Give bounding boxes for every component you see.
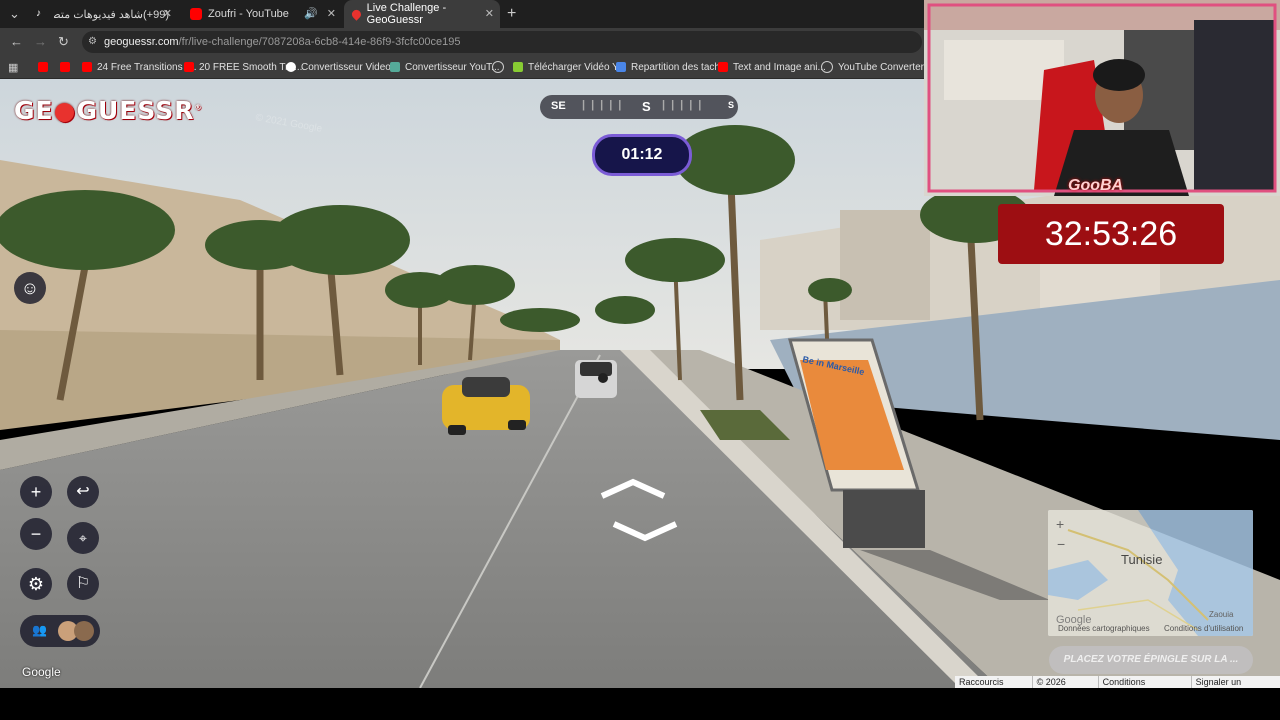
bookmark-item[interactable]: Convertisseur YouT... <box>390 59 500 75</box>
bookmark-item[interactable]: Convertisseur Video... <box>286 59 399 75</box>
site-info-icon[interactable]: ⚙ <box>88 31 97 53</box>
reload-icon[interactable]: ↻ <box>58 34 69 50</box>
tab-title: Zoufri - YouTube <box>208 8 289 20</box>
url-input[interactable]: ⚙ geoguessr.com/fr/live-challenge/708720… <box>82 31 922 53</box>
minimap-city-label: Zaouia <box>1209 610 1234 619</box>
audio-icon[interactable]: 🔊 <box>304 7 318 20</box>
zoom-out-button[interactable]: − <box>20 518 52 550</box>
terms-link[interactable]: Conditions d'utilisation <box>1099 676 1192 699</box>
minimap-terms-link[interactable]: Conditions d'utilisation <box>1164 624 1243 633</box>
players-icon: 👥 <box>32 623 47 637</box>
copyright-text: © 2026 Google <box>1033 676 1099 699</box>
google-logo: Google <box>22 665 61 679</box>
geoguessr-logo[interactable]: GE●GUESSR® <box>14 96 202 125</box>
map-footer-links: Raccourcis clavier © 2026 Google Conditi… <box>955 676 1280 699</box>
emoji-reaction-button[interactable]: ☺ <box>14 272 46 304</box>
minimap-zoom-in-icon[interactable]: + <box>1056 516 1064 532</box>
compass-right: S <box>728 100 735 110</box>
place-pin-button[interactable]: PLACEZ VOTRE ÉPINGLE SUR LA ... <box>1049 646 1253 674</box>
geoguessr-pin-icon <box>350 7 363 21</box>
avatar <box>74 621 94 641</box>
tab-geoguessr[interactable]: Live Challenge - GeoGuessr ✕ <box>344 0 500 28</box>
close-icon[interactable]: ✕ <box>485 7 494 20</box>
webcam-overlay: GooBA <box>924 0 1280 196</box>
guess-minimap[interactable]: + − Tunisie Zaouia Google Données cartog… <box>1048 510 1253 636</box>
players-panel[interactable]: 👥 <box>20 615 100 647</box>
compass-left: SE <box>551 100 566 112</box>
bookmark-youtube-1[interactable] <box>38 59 53 75</box>
settings-button[interactable]: ⚙ <box>20 568 52 600</box>
youtube-icon <box>184 62 194 72</box>
bookmark-item[interactable]: Repartition des tach... <box>616 59 728 75</box>
round-timer: 01:12 <box>592 134 692 176</box>
taxi-car <box>442 377 530 435</box>
tiktok-icon: ♪ <box>36 8 41 19</box>
bookmark-item[interactable]: Text and Image ani... <box>718 59 826 75</box>
bottom-letterbox <box>0 688 1280 720</box>
tab-youtube-arabic[interactable]: ♪ (99+)شاهد فيديوهات متصدرة | k ✕ <box>28 0 178 28</box>
zoom-in-button[interactable]: + <box>20 476 52 508</box>
move-forward-arrow[interactable] <box>600 476 666 500</box>
bookmark-item[interactable]: 20 FREE Smooth Tra... <box>184 59 302 75</box>
docs-icon <box>616 62 626 72</box>
forward-icon[interactable]: → <box>34 34 47 49</box>
streamer-name: GooBA <box>1068 177 1124 194</box>
map-pin-icon: ● <box>53 96 77 125</box>
url-host: geoguessr.com <box>104 36 179 48</box>
minimap-country-label: Tunisie <box>1121 552 1163 567</box>
converter-icon <box>286 62 296 72</box>
globe-icon <box>821 61 833 73</box>
minimap-zoom-out-icon[interactable]: − <box>1057 536 1065 552</box>
compass-center: S <box>642 99 651 114</box>
youtube-icon <box>38 62 48 72</box>
compass: SE ||||| S ||||| S <box>540 95 738 119</box>
youtube-icon <box>82 62 92 72</box>
suv-car <box>575 360 617 398</box>
compass-ticks-left: ||||| <box>582 99 628 111</box>
compass-ticks-right: ||||| <box>662 99 708 111</box>
tab-zoufri[interactable]: Zoufri - YouTube 🔊 ✕ <box>182 0 342 28</box>
globe-icon <box>492 61 504 73</box>
back-icon[interactable]: ← <box>10 34 23 49</box>
tab-search-chevron-icon[interactable]: ⌄ <box>9 6 20 22</box>
bookmark-globe[interactable] <box>492 59 509 75</box>
youtube-icon <box>190 8 202 20</box>
youtube-icon <box>718 62 728 72</box>
flag-button[interactable]: ⚐ <box>67 568 99 600</box>
close-icon[interactable]: ✕ <box>163 7 172 20</box>
tab-title: (99+)شاهد فيديوهات متصدرة | k <box>54 8 169 21</box>
bookmark-item[interactable]: 24 Free Transitions f... <box>82 59 197 75</box>
return-to-start-button[interactable]: ⌖ <box>67 522 99 554</box>
move-back-arrow[interactable] <box>612 520 678 544</box>
download-icon <box>513 62 523 72</box>
url-path: /fr/live-challenge/7087208a-6cb8-414e-86… <box>178 36 461 48</box>
chevron-down-icon <box>612 521 678 542</box>
report-problem-link[interactable]: Signaler un problème <box>1192 676 1280 699</box>
bookmark-youtube-2[interactable] <box>60 59 75 75</box>
minimap-attribution: Données cartographiques <box>1058 624 1150 633</box>
close-icon[interactable]: ✕ <box>327 7 336 20</box>
chevron-up-icon <box>600 478 666 499</box>
bookmark-item[interactable]: YouTube Converter... <box>821 59 932 75</box>
challenge-stopwatch: 32:53:26 <box>998 204 1224 264</box>
webcam-feed <box>924 0 1280 196</box>
youtube-icon <box>60 62 70 72</box>
new-tab-icon[interactable]: + <box>507 5 516 23</box>
bookmark-item[interactable]: Télécharger Vidéo Y... <box>513 59 626 75</box>
converter-icon <box>390 62 400 72</box>
tab-title: Live Challenge - GeoGuessr <box>366 2 447 26</box>
keyboard-shortcuts-link[interactable]: Raccourcis clavier <box>955 676 1033 699</box>
undo-move-button[interactable]: ↩ <box>67 476 99 508</box>
apps-grid-icon[interactable]: ▦ <box>8 59 18 75</box>
